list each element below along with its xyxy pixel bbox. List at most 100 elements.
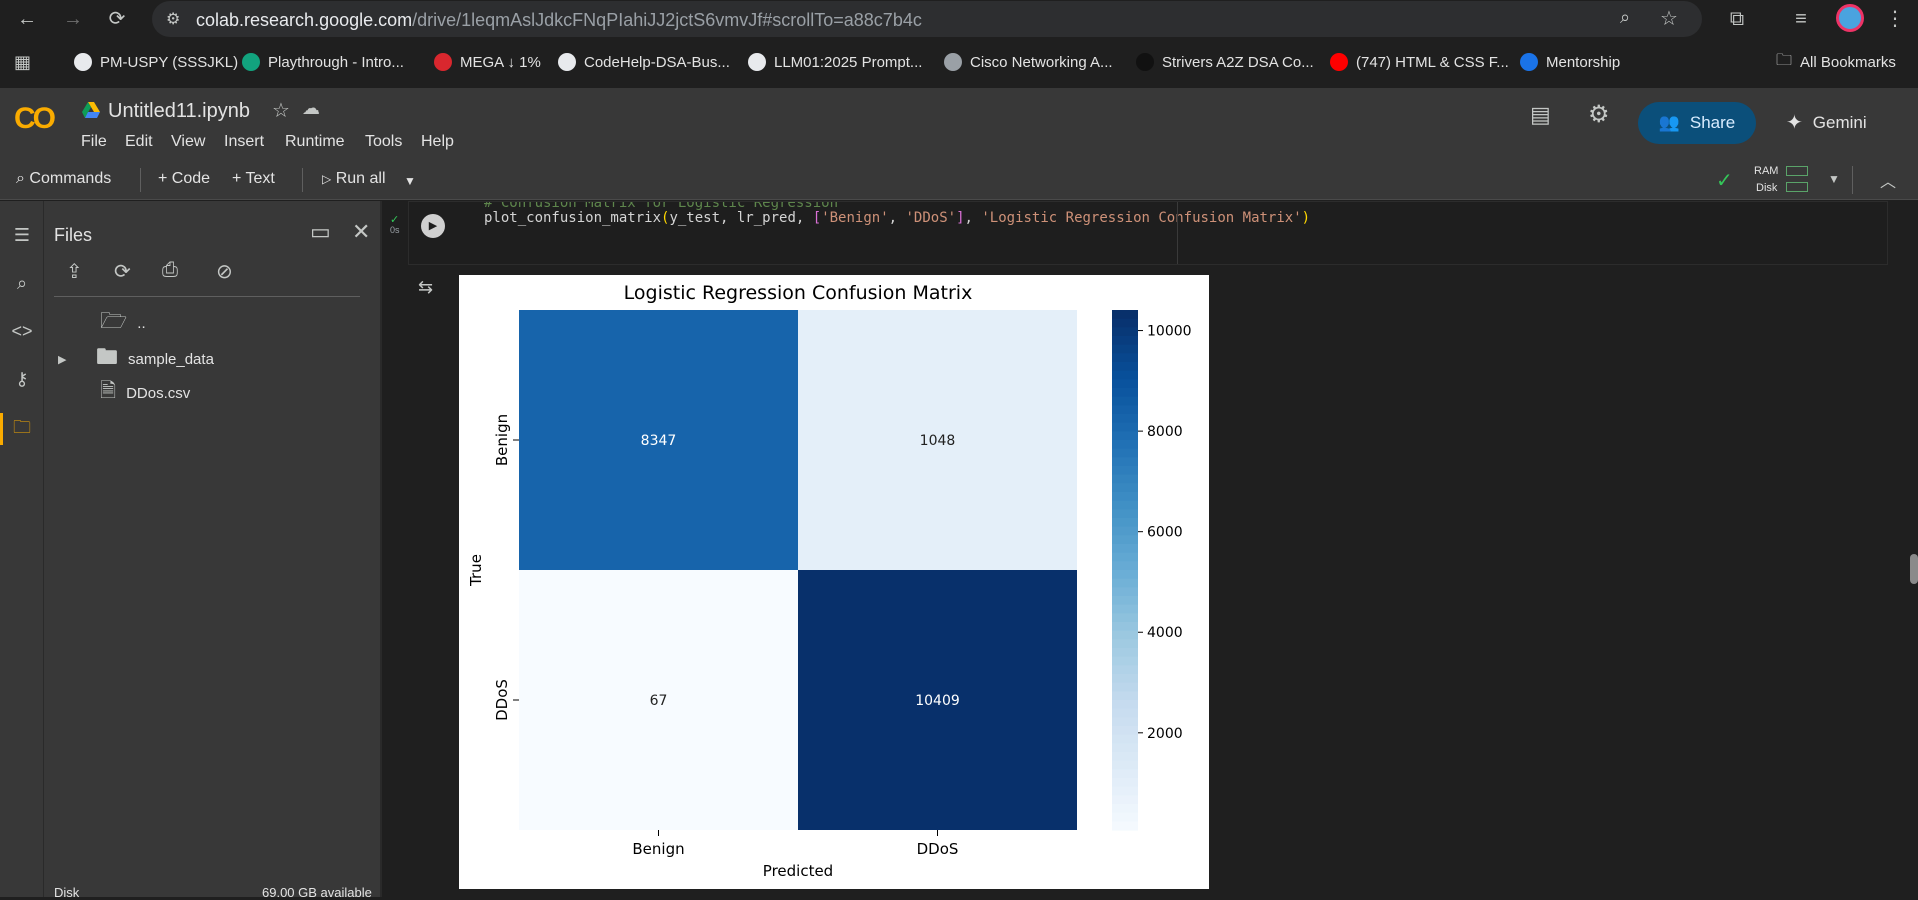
colorbar-segment [1112, 734, 1138, 744]
colorbar-segment [1112, 691, 1138, 701]
disk-footer-label: Disk [54, 885, 80, 900]
files-folder-icon[interactable]: 🗀 [10, 415, 34, 439]
ram-label: RAM [1754, 165, 1779, 177]
extensions-icon[interactable]: ⧉ [1724, 6, 1750, 32]
resources-dropdown-icon[interactable]: ▼ [1828, 172, 1840, 186]
upload-file-icon[interactable]: ⇪ [66, 259, 83, 284]
zoom-search-icon[interactable]: ⌕ [1620, 7, 1630, 28]
collapse-header-icon[interactable]: ︿ [1880, 168, 1896, 192]
colorbar-segment [1112, 353, 1138, 363]
bookmark-item[interactable]: CodeHelp-DSA-Bus... [558, 51, 730, 73]
file-row-sample-data[interactable]: ▶ 🖿 sample_data [54, 340, 214, 378]
commands-button[interactable]: ⌕ Commands [16, 170, 111, 188]
menu-edit[interactable]: Edit [125, 133, 153, 151]
file-row-ddos-csv[interactable]: 🗎 DDos.csv [78, 376, 190, 410]
address-bar[interactable]: ⚙ colab.research.google.com/drive/1leqmA… [152, 1, 1702, 37]
bookmark-item[interactable]: Playthrough - Intro... [242, 51, 404, 73]
site-info-icon[interactable]: ⚙ [166, 9, 180, 29]
colorbar-segment [1112, 630, 1138, 640]
colorbar-segment [1112, 682, 1138, 692]
run-all-button[interactable]: ▷ Run all [322, 170, 386, 188]
run-all-dropdown-icon[interactable]: ▼ [404, 174, 416, 188]
colorbar-segment [1112, 665, 1138, 675]
play-small-icon: ▷ [322, 172, 332, 186]
gemini-button[interactable]: ✦ Gemini [1786, 110, 1867, 135]
share-button[interactable]: 👥 Share [1638, 102, 1756, 144]
menu-file[interactable]: File [81, 133, 107, 151]
bookmark-favicon-icon [748, 53, 766, 71]
bookmark-favicon-icon [1136, 53, 1154, 71]
ram-meter[interactable] [1786, 166, 1808, 176]
people-icon: 👥 [1658, 113, 1680, 132]
menu-runtime[interactable]: Runtime [285, 133, 345, 151]
apps-grid-icon[interactable]: ▦ [14, 52, 31, 73]
bookmark-favicon-icon [434, 53, 452, 71]
cell-exec-time: 0s [390, 225, 400, 235]
bookmark-item[interactable]: PM-USPY (SSSJKL) [74, 51, 238, 73]
bookmark-star-icon[interactable]: ☆ [1660, 6, 1678, 31]
colorbar-segment [1112, 743, 1138, 753]
comments-icon[interactable]: ▤ [1530, 102, 1551, 128]
settings-gear-icon[interactable]: ⚙ [1588, 100, 1610, 129]
notebook-area: ✓ 0s ▶ # Confusion Matrix for Logistic R… [384, 201, 1918, 897]
back-arrow-icon[interactable]: ← [14, 6, 40, 32]
colorbar-segment [1112, 344, 1138, 354]
y-tick-label: DDoS [493, 679, 511, 721]
bookmark-label: Cisco Networking A... [970, 53, 1113, 71]
colorbar-segment [1112, 544, 1138, 554]
profile-avatar[interactable] [1836, 4, 1864, 32]
drive-icon [82, 102, 100, 118]
code-cell[interactable]: ▶ # Confusion Matrix for Logistic Regres… [408, 201, 1888, 265]
bookmark-item[interactable]: (747) HTML & CSS F... [1330, 51, 1509, 73]
bookmark-label: MEGA ↓ 1% [460, 53, 541, 71]
y-axis-label: True [467, 554, 485, 587]
menu-tools[interactable]: Tools [365, 133, 402, 151]
colorbar-segment [1112, 804, 1138, 814]
close-panel-icon[interactable]: ✕ [352, 219, 370, 245]
bookmark-item[interactable]: Cisco Networking A... [944, 51, 1113, 73]
colorbar-segment [1112, 604, 1138, 614]
all-bookmarks-link[interactable]: 🗀 All Bookmarks [1776, 51, 1896, 73]
disk-label: Disk [1756, 182, 1778, 194]
colab-header: CO Untitled11.ipynb ☆ ☁ File Edit View Inse… [0, 88, 1918, 160]
colorbar-segment [1112, 457, 1138, 467]
colorbar-segment [1112, 440, 1138, 450]
bookmark-item[interactable]: Strivers A2Z DSA Co... [1136, 51, 1314, 73]
bookmark-item[interactable]: MEGA ↓ 1% [434, 51, 541, 73]
secrets-key-icon[interactable]: ⚷ [10, 367, 34, 391]
colorbar-segment [1112, 431, 1138, 441]
add-code-button[interactable]: + Code [158, 170, 210, 188]
colorbar-segment [1112, 492, 1138, 502]
notebook-title[interactable]: Untitled11.ipynb [108, 100, 250, 123]
file-row-parent[interactable]: 🗁.. [78, 304, 146, 342]
disk-meter[interactable] [1786, 182, 1808, 192]
star-icon[interactable]: ☆ [272, 98, 290, 123]
code-snippets-icon[interactable]: <> [10, 319, 34, 343]
connected-check-icon: ✓ [1716, 170, 1733, 192]
menu-help[interactable]: Help [421, 133, 454, 151]
hide-files-icon[interactable]: ⊘ [216, 259, 233, 284]
bookmark-item[interactable]: Mentorship [1520, 51, 1620, 73]
add-text-button[interactable]: + Text [232, 170, 275, 188]
menu-insert[interactable]: Insert [224, 133, 264, 151]
colorbar-segment [1112, 596, 1138, 606]
refresh-icon[interactable]: ⟳ [114, 259, 131, 284]
mount-drive-icon[interactable]: ⎙ [162, 259, 178, 282]
files-panel: Files ▭ ✕ ⇪ ⟳ ⎙ ⊘ 🗁.. ▶ 🖿 sample_data 🗎 DD… [44, 201, 382, 900]
expand-arrow-icon[interactable]: ▶ [54, 353, 68, 366]
find-replace-icon[interactable]: ⌕ [10, 271, 34, 295]
bookmark-item[interactable]: LLM01:2025 Prompt... [748, 51, 922, 73]
table-of-contents-icon[interactable]: ☰ [10, 223, 34, 247]
output-toggle-icon[interactable]: ⇆ [418, 277, 433, 298]
open-in-window-icon[interactable]: ▭ [310, 219, 331, 245]
colorbar-tick-label: 10000 [1147, 324, 1192, 340]
forward-arrow-icon[interactable]: → [60, 6, 86, 32]
menu-view[interactable]: View [171, 133, 205, 151]
browser-menu-icon[interactable]: ⋮ [1882, 6, 1908, 32]
bookmark-label: CodeHelp-DSA-Bus... [584, 53, 730, 71]
bookmark-label: Strivers A2Z DSA Co... [1162, 53, 1314, 71]
scrollbar-thumb[interactable] [1910, 554, 1918, 584]
colab-logo[interactable]: CO [14, 102, 56, 136]
reload-icon[interactable]: ⟳ [104, 6, 130, 32]
media-queue-icon[interactable]: ≡ [1788, 6, 1814, 32]
